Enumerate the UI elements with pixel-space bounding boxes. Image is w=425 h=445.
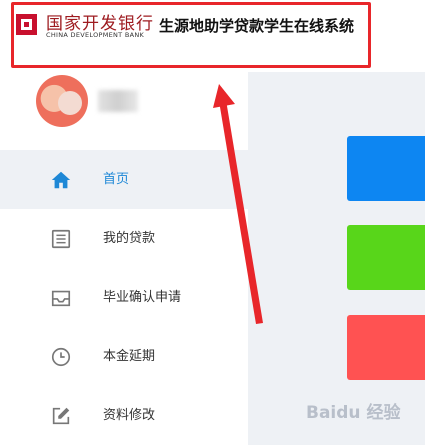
dashboard-tile-green[interactable]: [347, 225, 425, 290]
sidebar-item-label: 毕业确认申请: [103, 290, 182, 305]
dashboard-tile-red[interactable]: [347, 315, 425, 380]
sidebar-item-principal-deferral[interactable]: 本金延期: [0, 327, 248, 386]
list-icon: [51, 229, 71, 249]
sidebar-item-label: 本金延期: [103, 349, 156, 364]
sidebar-item-edit-profile[interactable]: 资料修改: [0, 386, 248, 445]
clock-icon: [51, 347, 71, 367]
sidebar-item-graduation-confirm[interactable]: 毕业确认申请: [0, 268, 248, 327]
edit-icon: [52, 407, 70, 425]
sidebar-item-label: 资料修改: [103, 408, 156, 423]
sidebar-item-label: 首页: [103, 172, 130, 187]
app-header: 国家开发银行 CHINA DEVELOPMENT BANK 生源地助学贷款学生在…: [0, 0, 425, 76]
username-redacted: [98, 90, 138, 112]
inbox-icon: [51, 290, 71, 307]
sidebar-item-my-loans[interactable]: 我的贷款: [0, 209, 248, 268]
sidebar-item-label: 我的贷款: [103, 231, 156, 246]
home-icon: [51, 171, 71, 189]
highlight-box: [11, 2, 371, 68]
watermark: Baidu 经验: [306, 403, 401, 423]
sidebar-item-home[interactable]: 首页: [0, 150, 248, 209]
dashboard-tile-blue[interactable]: [347, 136, 425, 201]
avatar[interactable]: [36, 75, 88, 127]
